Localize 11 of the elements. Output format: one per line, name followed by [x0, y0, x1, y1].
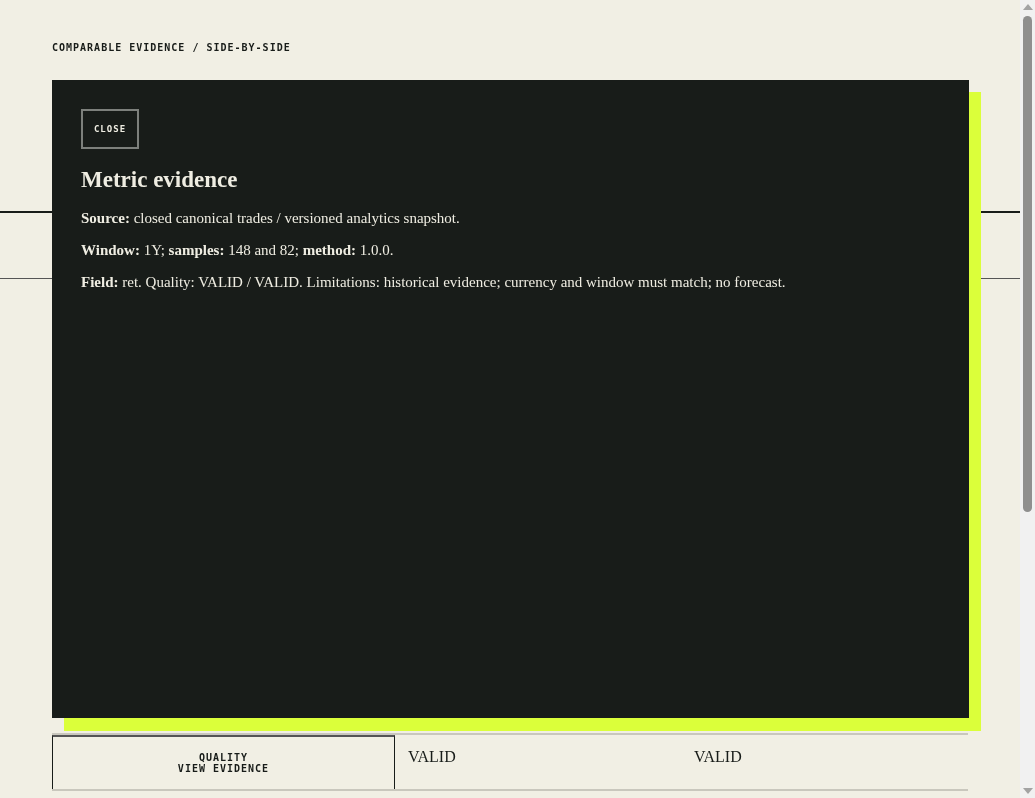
scrollbar[interactable] [1020, 0, 1035, 798]
evidence-text: Source: closed canonical trades / versioned analytics snapshot. [81, 209, 461, 228]
table-cell-text: VALID [407, 747, 457, 767]
breadcrumb: COMPARABLE EVIDENCE / SIDE-BY-SIDE [52, 42, 291, 53]
close-button[interactable]: CLOSE [81, 109, 139, 149]
evidence-text: Window: 1Y; samples: 148 and 82; method: 1.0.0. [81, 241, 395, 260]
dialog-title: Metric evidence [81, 167, 239, 193]
view-evidence-link[interactable]: VIEW EVIDENCE [177, 763, 270, 774]
evidence-text: Field: ret. Quality: VALID / VALID. Limitations: historical evidence; currency and window must match; no forecast. [81, 273, 787, 292]
row-label: QUALITY [198, 752, 249, 763]
table-cell-text: VALID [693, 747, 743, 767]
